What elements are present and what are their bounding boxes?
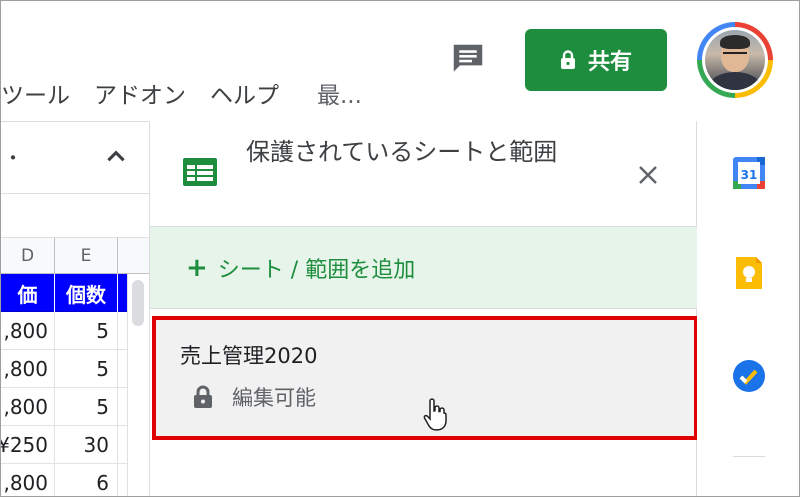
chevron-up-icon — [107, 150, 125, 162]
close-icon — [639, 166, 657, 184]
add-sheet-range-label: シート / 範囲を追加 — [217, 257, 416, 283]
column-headers: D E — [1, 238, 149, 274]
menu-last-edit[interactable]: 最... — [317, 76, 362, 110]
plus-icon: + — [186, 252, 208, 283]
table-header-row: 価 個数 — [1, 274, 127, 312]
lock-icon — [192, 385, 214, 409]
panel-header: 保護されているシートと範囲 — [150, 121, 698, 227]
calendar-app-button[interactable]: 31 — [731, 155, 767, 191]
add-sheet-range-button[interactable]: + シート / 範囲を追加 — [150, 227, 698, 309]
table-row: ¥250 30 — [1, 426, 127, 464]
comment-icon — [453, 44, 483, 72]
cell[interactable]: 5 — [55, 312, 118, 350]
cell[interactable]: 5 — [55, 388, 118, 426]
cell-grid: 価 個数 ,800 5 ,800 5 ,800 5 ¥250 30 ,800 6 — [1, 274, 127, 496]
table-row: ,800 6 — [1, 464, 127, 496]
column-header-d[interactable]: D — [1, 238, 55, 274]
table-row: ,800 5 — [1, 350, 127, 388]
side-panel-divider — [733, 456, 765, 457]
protected-range-name: 売上管理2020 — [180, 344, 318, 368]
cell[interactable]: ,800 — [1, 312, 55, 350]
panel-title: 保護されているシートと範囲 — [246, 138, 558, 166]
hand-pointer-icon — [422, 398, 448, 436]
column-header-e[interactable]: E — [55, 238, 118, 274]
cell[interactable]: ,800 — [1, 350, 55, 388]
sheets-table-icon — [182, 157, 218, 191]
vertical-scrollbar[interactable] — [127, 274, 149, 496]
menu-addons[interactable]: アドオン — [94, 76, 186, 110]
keep-app-button[interactable] — [731, 255, 767, 291]
close-panel-button[interactable] — [634, 161, 662, 189]
keep-icon — [736, 257, 762, 289]
menu-help[interactable]: ヘルプ — [210, 76, 279, 110]
cell[interactable]: 30 — [55, 426, 118, 464]
cell[interactable]: 価 — [1, 274, 55, 312]
permission-row: 編集可能 — [192, 382, 316, 412]
permission-label: 編集可能 — [232, 386, 316, 410]
account-avatar[interactable] — [697, 22, 773, 98]
toolbar-overflow-dot: ・ — [3, 146, 23, 170]
comment-history-button[interactable] — [448, 39, 488, 79]
top-bar: ツール アドオン ヘルプ 最... 共有 — [1, 1, 799, 121]
cell[interactable]: ,800 — [1, 464, 55, 496]
avatar-photo — [705, 30, 765, 90]
cell[interactable]: 5 — [55, 350, 118, 388]
side-panel-bar: 31 — [697, 121, 799, 496]
table-row: ,800 5 — [1, 388, 127, 426]
spreadsheet-area: ・ D E 価 個数 ,800 5 ,800 5 ,800 5 ¥250 30 … — [1, 121, 149, 496]
tasks-app-button[interactable] — [731, 358, 767, 394]
tasks-icon — [733, 360, 765, 392]
menu-tools[interactable]: ツール — [1, 76, 70, 110]
scrollbar-thumb[interactable] — [132, 280, 144, 326]
protected-ranges-panel: 保護されているシートと範囲 + シート / 範囲を追加 売上管理2020 編集可… — [149, 121, 698, 496]
menu-bar: ツール アドオン ヘルプ 最... — [1, 73, 362, 113]
protected-range-item[interactable]: 売上管理2020 編集可能 — [152, 316, 698, 440]
cell[interactable]: 6 — [55, 464, 118, 496]
collapse-toolbar-button[interactable] — [103, 144, 129, 174]
cell[interactable]: 個数 — [55, 274, 118, 312]
share-button[interactable]: 共有 — [525, 29, 667, 91]
lock-icon — [560, 50, 576, 70]
formula-bar[interactable] — [1, 194, 149, 238]
cell[interactable]: ¥250 — [1, 426, 55, 464]
table-row: ,800 5 — [1, 312, 127, 350]
sheet-toolbar: ・ — [1, 122, 149, 194]
calendar-day: 31 — [741, 168, 758, 182]
share-label: 共有 — [587, 50, 632, 75]
calendar-icon: 31 — [733, 157, 765, 189]
app-window: ツール アドオン ヘルプ 最... 共有 ・ D E 価 個数 ,800 5 ,… — [0, 0, 800, 497]
cell[interactable]: ,800 — [1, 388, 55, 426]
